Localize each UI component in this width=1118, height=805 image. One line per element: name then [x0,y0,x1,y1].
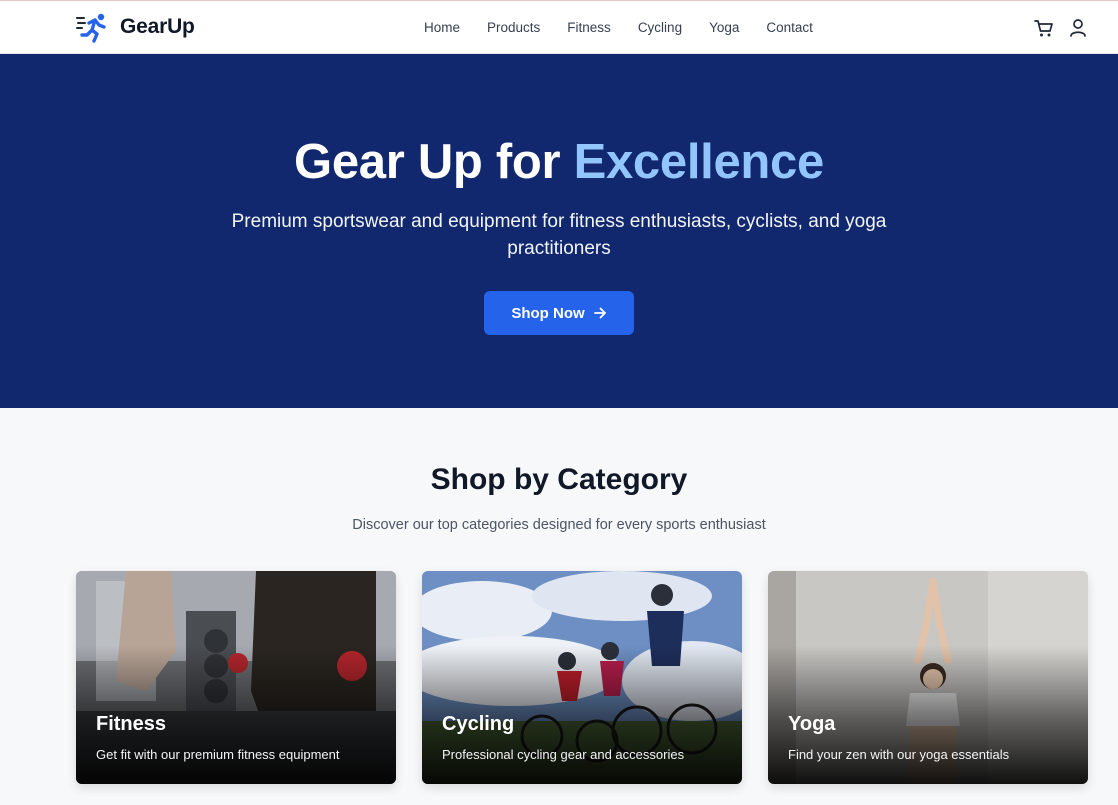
nav-fitness[interactable]: Fitness [567,20,611,35]
main-nav: Home Products Fitness Cycling Yoga Conta… [424,20,813,35]
brand[interactable]: GearUp [76,11,195,43]
nav-yoga[interactable]: Yoga [709,20,739,35]
header-actions [1034,17,1088,39]
card-title: Cycling [442,713,515,735]
card-description: Get fit with our premium fitness equipme… [96,747,340,762]
brand-name: GearUp [120,15,195,38]
nav-products[interactable]: Products [487,20,540,35]
categories-section: Shop by Category Discover our top catego… [0,408,1118,533]
nav-home[interactable]: Home [424,20,460,35]
hero-section: Gear Up for Excellence Premium sportswea… [0,54,1118,408]
shop-now-button[interactable]: Shop Now [484,291,634,335]
category-card-yoga[interactable]: Yoga Find your zen with our yoga essenti… [768,571,1088,784]
category-card-fitness[interactable]: Fitness Get fit with our premium fitness… [76,571,396,784]
shop-now-label: Shop Now [511,304,585,322]
hero-subtitle: Premium sportswear and equipment for fit… [231,211,887,259]
hero-title-start: Gear Up for [294,135,574,189]
hero-title-accent: Excellence [573,135,825,189]
nav-cycling[interactable]: Cycling [638,20,682,35]
card-title: Fitness [96,713,167,735]
site-header: GearUp Home Products Fitness Cycling Yog… [0,1,1118,54]
arrow-right-icon [593,307,606,319]
card-title: Yoga [788,713,836,735]
runner-icon [76,13,106,43]
hero-title: Gear Up for Excellence [0,132,1118,192]
cart-icon[interactable] [1034,17,1054,39]
card-description: Find your zen with our yoga essentials [788,747,1010,762]
categories-subtitle: Discover our top categories designed for… [352,517,766,533]
category-card-cycling[interactable]: Cycling Professional cycling gear and ac… [422,571,742,784]
card-description: Professional cycling gear and accessorie… [442,747,685,762]
nav-contact[interactable]: Contact [766,20,813,35]
categories-title: Shop by Category [430,463,688,496]
category-cards: Fitness Get fit with our premium fitness… [76,571,1088,784]
user-icon[interactable] [1068,17,1088,39]
